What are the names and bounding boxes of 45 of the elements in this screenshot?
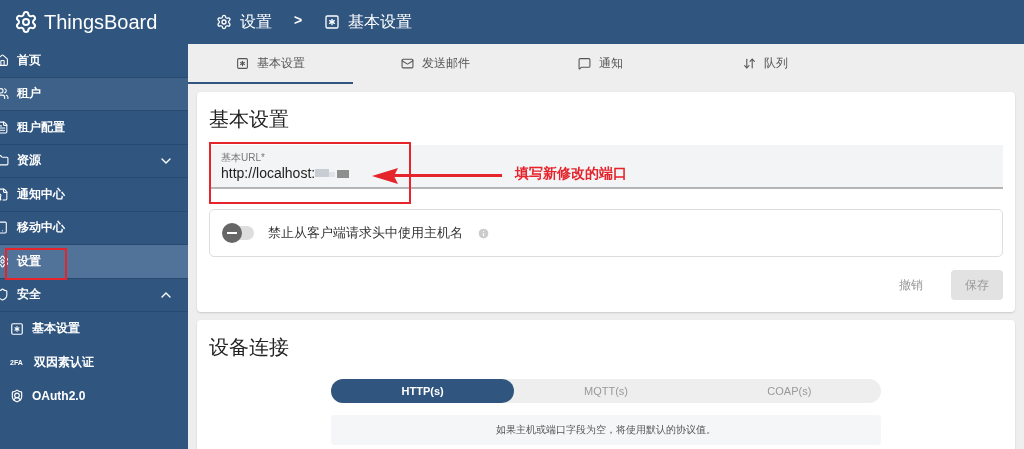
minus-icon [227, 232, 237, 234]
menu-icon [0, 288, 9, 302]
tab[interactable]: 队列 [683, 44, 848, 84]
sidebar-item[interactable]: 资源 [0, 144, 188, 178]
redaction-blur [315, 167, 350, 179]
arrows-up-down-icon [743, 56, 756, 70]
mail-icon [401, 56, 414, 70]
logo-icon [14, 10, 38, 34]
menu-icon [0, 254, 9, 268]
highlight-frame [5, 248, 67, 280]
annotation-text: 填写新修改的端口 [515, 165, 627, 183]
protocol-option[interactable]: HTTP(s) [331, 379, 515, 403]
menu-icon [10, 321, 24, 336]
menu-icon [0, 221, 9, 235]
settings-icon [216, 14, 232, 30]
message-icon [578, 56, 591, 70]
hint-text: 如果主机或端口字段为空，将使用默认的协议值。 [331, 415, 881, 445]
sidebar-item[interactable]: 通知中心 [0, 178, 188, 212]
sidebar-item[interactable]: 安全 [0, 278, 188, 312]
settings-box-icon [324, 14, 341, 30]
tab[interactable]: 发送邮件 [353, 44, 518, 84]
menu-icon [0, 120, 9, 134]
arrow-icon [372, 168, 502, 184]
breadcrumb[interactable]: 设置 [240, 11, 272, 33]
toggle-label: 禁止从客户端请求头中使用主机名 [268, 224, 463, 242]
menu-icon [0, 154, 9, 168]
tab[interactable]: 基本设置 [188, 44, 353, 84]
sidebar-item[interactable]: OAuth2.0 [0, 379, 188, 413]
settings-box-icon [236, 56, 249, 70]
toggle-switch[interactable] [224, 226, 254, 240]
menu-icon [10, 388, 24, 403]
breadcrumb: 基本设置 [348, 11, 413, 32]
menu-icon [0, 187, 9, 201]
card-title: 基本设置 [209, 107, 290, 132]
tab[interactable]: 通知 [518, 44, 683, 84]
sidebar-item[interactable]: 设置 [0, 245, 188, 279]
sidebar-item[interactable]: 租户配置 [0, 111, 188, 145]
breadcrumb-separator: > [294, 12, 303, 28]
app-name: ThingsBoard [44, 10, 158, 34]
sidebar-item[interactable]: 首页 [0, 44, 188, 78]
menu-icon [0, 87, 9, 101]
card-title: 设备连接 [209, 335, 290, 360]
sidebar-item[interactable]: 基本设置 [0, 312, 188, 346]
sidebar-item[interactable]: 租户 [0, 77, 188, 111]
menu-icon [0, 53, 9, 67]
